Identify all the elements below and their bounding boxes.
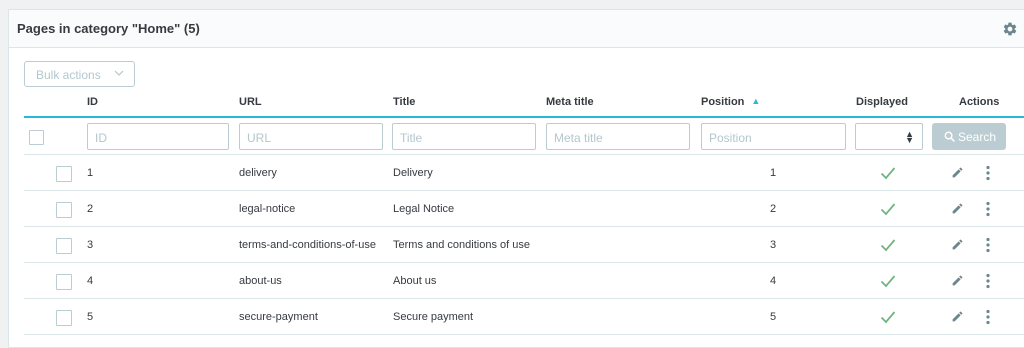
column-header-title[interactable]: Title <box>393 96 415 108</box>
column-header-actions: Actions <box>959 96 1000 108</box>
cell-url: legal-notice <box>239 203 296 215</box>
bulk-actions-label: Bulk actions <box>36 68 101 82</box>
column-header-meta-title[interactable]: Meta title <box>546 96 594 108</box>
kebab-menu-icon[interactable] <box>985 201 991 217</box>
column-header-id[interactable]: ID <box>87 96 98 108</box>
cell-position[interactable]: 3 <box>770 239 776 251</box>
select-all-checkbox[interactable] <box>29 130 44 145</box>
cell-position[interactable]: 2 <box>770 203 776 215</box>
kebab-menu-icon[interactable] <box>985 165 991 181</box>
pencil-icon[interactable] <box>951 274 964 287</box>
bulk-actions-dropdown[interactable]: Bulk actions <box>24 61 135 87</box>
pencil-icon[interactable] <box>951 310 964 323</box>
table-header: ID URL Title Meta title Position ▲ Displa… <box>24 94 1024 118</box>
column-header-displayed[interactable]: Displayed <box>856 96 908 108</box>
search-icon <box>944 131 955 142</box>
search-button[interactable]: Search <box>932 123 1006 150</box>
search-button-label: Search <box>958 130 997 144</box>
cell-url: delivery <box>239 167 277 179</box>
url-filter-input[interactable]: URL <box>239 123 383 150</box>
column-header-position[interactable]: Position ▲ <box>701 96 760 108</box>
table-row[interactable]: 4 about-us About us 4 <box>24 263 1024 299</box>
meta-title-filter-input[interactable]: Meta title <box>546 123 690 150</box>
cell-title: Legal Notice <box>393 203 455 215</box>
pencil-icon[interactable] <box>951 238 964 251</box>
check-icon[interactable] <box>880 202 896 216</box>
cell-id: 4 <box>87 275 94 287</box>
kebab-menu-icon[interactable] <box>985 309 991 325</box>
row-checkbox[interactable] <box>56 310 72 326</box>
cell-id: 1 <box>87 167 94 179</box>
kebab-menu-icon[interactable] <box>985 237 991 253</box>
cell-position[interactable]: 4 <box>770 275 776 287</box>
cell-position[interactable]: 5 <box>770 311 776 323</box>
row-checkbox[interactable] <box>56 166 72 182</box>
check-icon[interactable] <box>880 274 896 288</box>
card-header: Pages in category "Home" (5) <box>9 10 1024 48</box>
pages-card: Pages in category "Home" (5) Bulk action… <box>8 9 1024 348</box>
check-icon[interactable] <box>880 238 896 252</box>
table-row[interactable]: 1 delivery Delivery 1 <box>24 155 1024 191</box>
kebab-menu-icon[interactable] <box>985 273 991 289</box>
pencil-icon[interactable] <box>951 166 964 179</box>
cell-title: Terms and conditions of use <box>393 239 530 251</box>
cell-id: 2 <box>87 203 94 215</box>
cell-title: Secure payment <box>393 311 474 323</box>
filter-row: ID URL Title Meta title Position ▲ ▼ Sear… <box>24 118 1024 155</box>
cell-position[interactable]: 1 <box>770 167 776 179</box>
check-icon[interactable] <box>880 310 896 324</box>
cell-id: 3 <box>87 239 94 251</box>
select-arrows-icon: ▲ ▼ <box>905 129 914 145</box>
chevron-down-icon <box>114 70 124 76</box>
table-row[interactable]: 2 legal-notice Legal Notice 2 <box>24 191 1024 227</box>
pencil-icon[interactable] <box>951 202 964 215</box>
position-filter-input[interactable]: Position <box>701 123 846 150</box>
row-checkbox[interactable] <box>56 274 72 290</box>
top-strip <box>0 0 1024 8</box>
table-row[interactable]: 5 secure-payment Secure payment 5 <box>24 299 1024 335</box>
row-checkbox[interactable] <box>56 238 72 254</box>
cell-url: secure-payment <box>239 311 318 323</box>
cell-url: about-us <box>239 275 282 287</box>
cell-url: terms-and-conditions-of-use <box>239 239 376 251</box>
cell-title: Delivery <box>393 167 433 179</box>
sort-ascending-icon[interactable]: ▲ <box>751 96 760 106</box>
displayed-filter-select[interactable]: ▲ ▼ <box>855 123 923 150</box>
cell-id: 5 <box>87 311 94 323</box>
title-filter-input[interactable]: Title <box>392 123 536 150</box>
column-header-url[interactable]: URL <box>239 96 262 108</box>
id-filter-input[interactable]: ID <box>87 123 229 150</box>
column-header-position-label: Position <box>701 96 745 108</box>
check-icon[interactable] <box>880 166 896 180</box>
row-checkbox[interactable] <box>56 202 72 218</box>
table-row[interactable]: 3 terms-and-conditions-of-use Terms and … <box>24 227 1024 263</box>
cell-title: About us <box>393 275 437 287</box>
card-title: Pages in category "Home" (5) <box>17 21 200 36</box>
gear-icon[interactable] <box>1002 21 1018 37</box>
